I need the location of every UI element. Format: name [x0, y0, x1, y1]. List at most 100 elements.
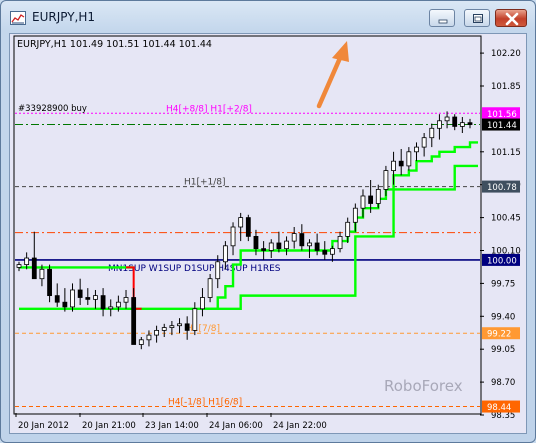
- candle-body: [307, 242, 312, 247]
- price-label: 101.44: [482, 118, 520, 131]
- price-label: 99.22: [482, 327, 520, 340]
- candle-body: [299, 233, 305, 247]
- candle-body: [161, 327, 167, 331]
- close-icon: [505, 12, 519, 26]
- candle-body: [123, 297, 129, 303]
- price-label-text: 101.44: [487, 121, 517, 131]
- candle-body: [31, 257, 37, 280]
- candle-body: [330, 248, 335, 255]
- candle-body: [383, 170, 389, 190]
- candle-body: [414, 146, 419, 153]
- candle-body: [406, 151, 412, 167]
- price-label-text: 101.56: [487, 110, 517, 120]
- window-title: EURJPY,H1: [32, 10, 96, 24]
- candle-body: [169, 325, 175, 328]
- candle-body: [261, 248, 267, 251]
- price-label: 101.56: [482, 107, 520, 120]
- chart-window: EURJPY,H1 H4[+8/8] H1[+2/8] H1[+1/8] MN1SU…: [0, 0, 536, 443]
- candle-body: [177, 323, 182, 327]
- candle-body: [93, 295, 98, 300]
- minimize-icon: [438, 19, 448, 24]
- candle-body: [222, 245, 228, 263]
- candle-body: [291, 233, 297, 242]
- candle-body: [54, 295, 60, 303]
- candle-body: [284, 240, 289, 250]
- candle-body: [360, 195, 366, 209]
- candle-body: [337, 235, 343, 250]
- y-tick-label: 101.85: [491, 82, 521, 92]
- x-tick-label: 24 Jan 06:00: [209, 421, 263, 431]
- candle-body: [452, 116, 458, 127]
- price-label: 98.44: [482, 400, 520, 413]
- price-label-text: 100.00: [487, 256, 517, 266]
- price-chart[interactable]: H4[+8/8] H1[+2/8]H1[+1/8]MN1SUP W1SUP D1…: [10, 34, 526, 433]
- candle-body: [24, 257, 30, 266]
- candle-body: [368, 195, 374, 204]
- close-button[interactable]: [495, 9, 527, 27]
- candle-body: [375, 188, 381, 204]
- chart-background: [10, 34, 526, 433]
- y-tick-label: 99.40: [491, 312, 515, 322]
- candle-body: [200, 297, 205, 310]
- candle-body: [253, 235, 259, 250]
- candle-body: [352, 207, 358, 223]
- candle-body: [437, 120, 442, 129]
- price-label-text: 98.44: [487, 403, 511, 413]
- candle-body: [108, 306, 114, 310]
- candle-body: [146, 334, 152, 341]
- candle-body: [398, 160, 404, 167]
- x-tick-label: 24 Jan 22:00: [273, 421, 327, 431]
- y-tick-label: 101.15: [491, 148, 521, 158]
- price-label: 100.00: [482, 253, 520, 266]
- candle-body: [100, 295, 106, 310]
- level-label: H1[7/8]: [186, 324, 220, 334]
- watermark: RoboForex: [384, 377, 463, 395]
- candle-body: [115, 301, 121, 308]
- maximize-button[interactable]: [464, 9, 490, 27]
- level-label: H1[+1/8]: [184, 178, 226, 188]
- maximize-icon: [473, 14, 483, 23]
- candle-body: [421, 137, 427, 148]
- candle-body: [85, 297, 91, 300]
- candle-body: [391, 160, 396, 171]
- candle-body: [268, 242, 274, 251]
- level-label: H4[-1/8] H1[6/8]: [168, 398, 242, 408]
- y-tick-label: 100.45: [491, 214, 521, 224]
- minimize-button[interactable]: [429, 9, 455, 27]
- price-label: 100.78: [482, 180, 520, 193]
- candle-body: [467, 122, 473, 125]
- y-tick-label: 99.05: [491, 345, 515, 355]
- candle-body: [77, 289, 83, 298]
- candle-body: [459, 122, 465, 127]
- candle-body: [39, 268, 45, 280]
- title-bar[interactable]: EURJPY,H1: [1, 1, 535, 33]
- candle-body: [16, 264, 22, 268]
- level-label: H4[+8/8] H1[+2/8]: [166, 104, 252, 114]
- candle-body: [276, 242, 282, 250]
- price-label-text: 100.78: [487, 183, 517, 193]
- candle-body: [215, 261, 221, 280]
- y-tick-label: 98.70: [491, 378, 515, 388]
- candle-body: [429, 127, 435, 139]
- x-tick-label: 20 Jan 21:00: [82, 421, 136, 431]
- candle-body: [345, 221, 351, 237]
- candle-body: [238, 217, 244, 228]
- candle-body: [62, 301, 68, 308]
- price-label-text: 99.22: [487, 330, 511, 340]
- y-tick-label: 102.20: [491, 49, 521, 59]
- candle-body: [70, 289, 75, 308]
- candle-body: [131, 297, 137, 345]
- candle-body: [322, 250, 328, 255]
- candle-body: [207, 278, 213, 298]
- candle-body: [154, 329, 159, 336]
- x-tick-label: 23 Jan 14:00: [145, 421, 199, 431]
- chart-area[interactable]: H4[+8/8] H1[+2/8] H1[+1/8] MN1SUP W1SUP D1…: [9, 33, 527, 434]
- order-label: #33928900 buy: [18, 104, 87, 114]
- chart-icon: [10, 11, 26, 25]
- y-tick-label: 99.75: [491, 279, 515, 289]
- candle-body: [245, 217, 251, 237]
- candle-body: [184, 323, 190, 331]
- x-tick-label: 20 Jan 2012: [18, 421, 69, 431]
- candle-body: [192, 308, 198, 331]
- candle-body: [314, 242, 320, 251]
